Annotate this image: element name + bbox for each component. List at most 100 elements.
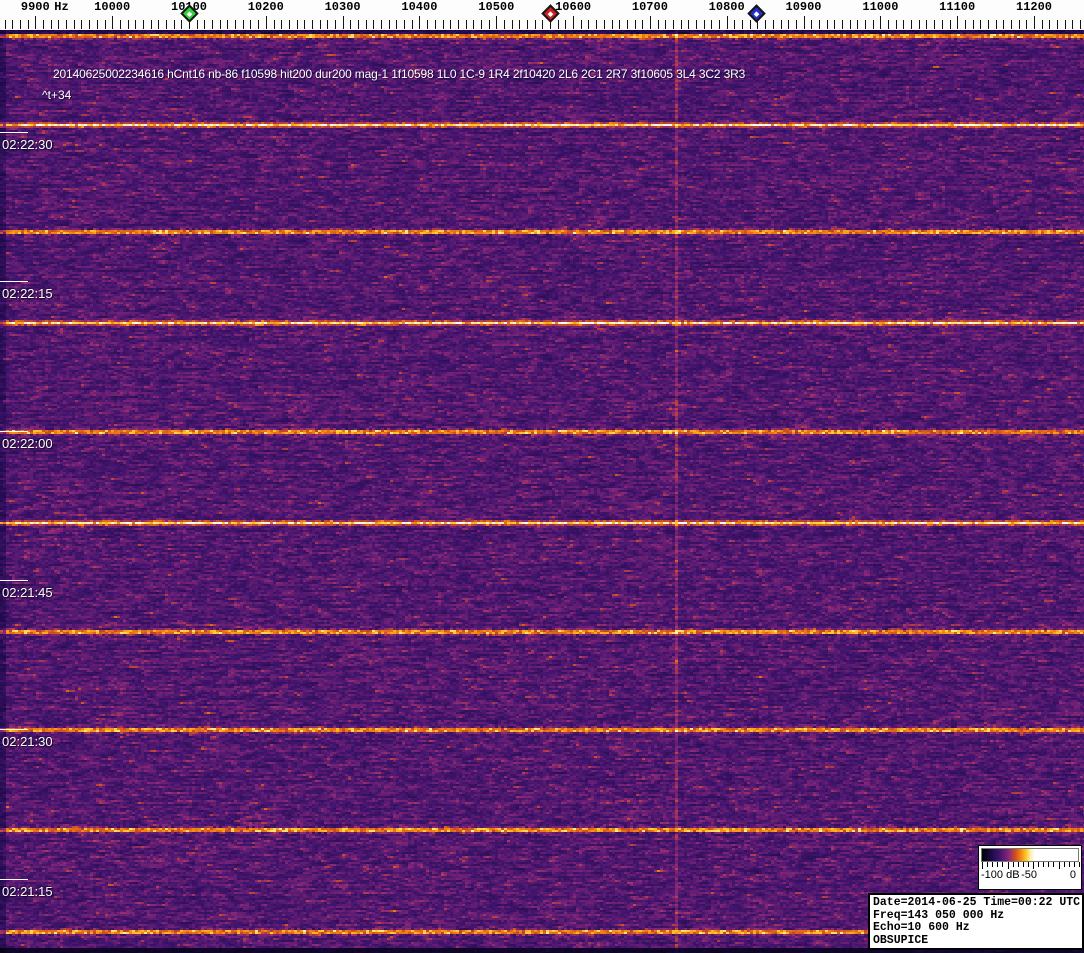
ruler-tick [1057,20,1058,29]
ruler-tick [127,20,129,29]
ruler-tick [941,20,943,29]
ruler-tick [1049,20,1051,29]
ruler-tick [43,20,44,29]
ruler-tick [503,20,505,29]
ruler-tick [987,20,989,29]
ruler-tick [788,20,790,29]
ruler-tick [588,20,590,29]
ruler-tick [457,20,459,29]
ruler-tick [811,20,813,29]
ruler-tick [918,20,920,29]
ruler-tick [27,20,29,29]
ruler-tick [619,20,621,29]
marker-center-dot [547,10,554,17]
ruler-tick [112,16,114,29]
ruler-tick [1034,16,1035,29]
ruler-tick [265,16,267,29]
ruler-tick [488,20,490,29]
ruler-tick [281,20,283,29]
ruler-tick [73,20,75,29]
ruler-tick [903,20,905,29]
ruler-tick [4,20,6,29]
ruler-tick [688,20,690,29]
time-tick [0,281,28,282]
ruler-tick [734,20,736,29]
ruler-tick [626,20,628,29]
ruler-tick [857,20,859,29]
db-label-min: -100 dB [981,869,1020,881]
spectrogram-canvas[interactable] [0,30,1084,953]
ruler-tick [841,20,843,29]
ruler-tick [50,20,52,29]
ruler-tick [649,16,651,29]
ruler-tick [711,20,713,29]
ruler-tick [888,20,889,29]
ruler-tick [611,20,613,29]
frequency-ruler[interactable]: 9900100001010010200103001040010500106001… [0,0,1084,30]
ruler-tick [227,20,229,29]
ruler-tick [534,20,536,29]
ruler-tick [81,20,83,29]
db-scale-labels: -100 dB -50 0 [981,869,1079,883]
ruler-tick [1072,20,1074,29]
marker-center-dot [186,10,192,17]
ruler-tick [204,20,206,29]
ruler-tick [258,20,260,29]
ruler-label: 11000 [862,0,899,14]
ruler-tick [657,20,659,29]
ruler-tick [304,20,306,29]
ruler-tick [573,16,575,29]
ruler-tick [765,20,767,29]
ruler-tick [895,20,897,29]
detection-annotation: 20140625002234616 hCnt16 nb-86 f10598 hi… [53,67,746,81]
ruler-tick [519,20,521,29]
marker-center-dot [753,10,760,17]
ruler-tick [995,20,997,29]
ruler-tick [957,16,959,29]
time-tick [0,132,28,133]
ruler-tick [250,20,252,29]
info-station-line: OBSUPICE [873,933,929,947]
ruler-tick [1064,20,1066,29]
time-label: 02:21:30 [2,734,53,749]
db-label-mid: -50 [1021,869,1037,881]
ruler-tick [818,20,820,29]
ruler-tick [795,20,797,29]
ruler-tick [880,16,882,29]
ruler-tick [66,20,68,29]
ruler-tick [542,20,544,29]
ruler-tick [719,20,720,29]
time-tick [0,729,28,730]
ruler-tick [219,20,221,29]
ruler-tick [865,20,866,29]
ruler-tick [342,16,344,29]
ruler-tick [58,20,60,29]
ruler-tick [642,20,644,29]
ruler-tick [496,16,498,29]
ruler-tick [780,20,782,29]
ruler-tick [135,20,137,29]
ruler-label: 10900 [785,0,822,14]
spectrogram-area: 20140625002234616 hCnt16 nb-86 f10598 hi… [0,30,1084,953]
ruler-tick [142,20,144,29]
db-scale-ticks [981,862,1080,869]
ruler-tick [434,20,436,29]
ruler-tick [665,20,667,29]
ruler-label: 10800 [708,0,745,14]
ruler-tick [235,20,237,29]
time-tick [0,580,28,581]
time-label: 02:22:15 [2,286,53,301]
ruler-tick [972,20,974,29]
ruler-tick [527,20,528,29]
ruler-label: 9900 [20,0,50,14]
time-label: 02:22:00 [2,436,53,451]
ruler-tick [396,20,398,29]
ruler-tick [165,20,167,29]
ruler-tick [826,20,828,29]
ruler-tick [834,20,836,29]
ruler-tick [749,20,751,29]
ruler-tick [672,20,674,29]
ruler-tick [442,20,444,29]
ruler-tick [634,20,636,29]
ruler-tick [872,20,874,29]
